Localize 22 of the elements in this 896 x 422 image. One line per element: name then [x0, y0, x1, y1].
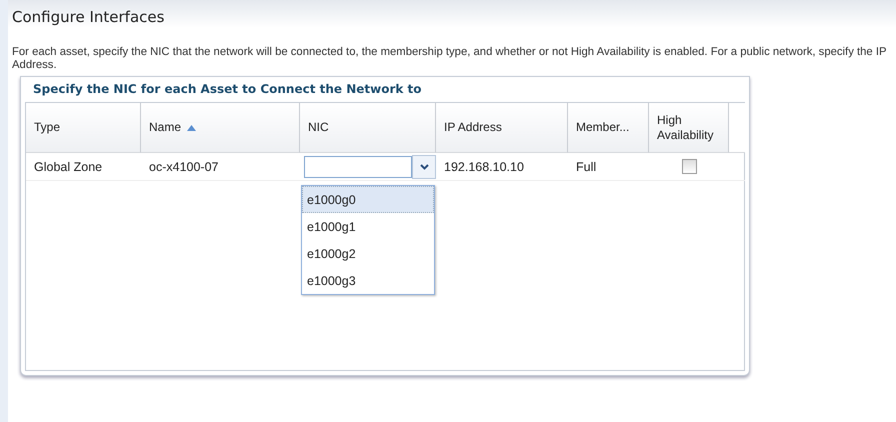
table-cell: oc-x4100-07: [141, 153, 300, 181]
nic-field[interactable]: [304, 156, 412, 178]
checkbox[interactable]: [682, 159, 696, 174]
table-cell: Global Zone: [26, 153, 141, 181]
column-header[interactable]: Type: [26, 103, 141, 153]
dropdown-option[interactable]: e1000g0: [302, 186, 434, 213]
column-header[interactable]: NIC: [300, 103, 436, 153]
column-header[interactable]: Member...: [568, 103, 649, 153]
dropdown-option[interactable]: e1000g2: [302, 240, 434, 267]
header-filler: [729, 103, 745, 153]
table-cell: 192.168.10.10: [436, 153, 568, 181]
description-text: For each asset, specify the NIC that the network will be connected to, the membership type, and whether or not High Availability is enabled. For a public network, specify the IP Address.: [11, 45, 888, 72]
panel-title: Specify the NIC for each Asset to Connect the Network to: [32, 81, 423, 98]
dropdown-button[interactable]: [412, 154, 436, 178]
dropdown-option[interactable]: e1000g3: [302, 267, 434, 294]
column-header[interactable]: High Availability: [649, 103, 729, 153]
column-header[interactable]: IP Address: [436, 103, 568, 153]
dropdown-option[interactable]: e1000g1: [302, 213, 434, 240]
table-cell: Full: [568, 153, 649, 181]
page-title: Configure Interfaces: [11, 7, 166, 28]
column-header[interactable]: Name: [141, 103, 300, 153]
chevron-down-icon: [420, 164, 428, 170]
